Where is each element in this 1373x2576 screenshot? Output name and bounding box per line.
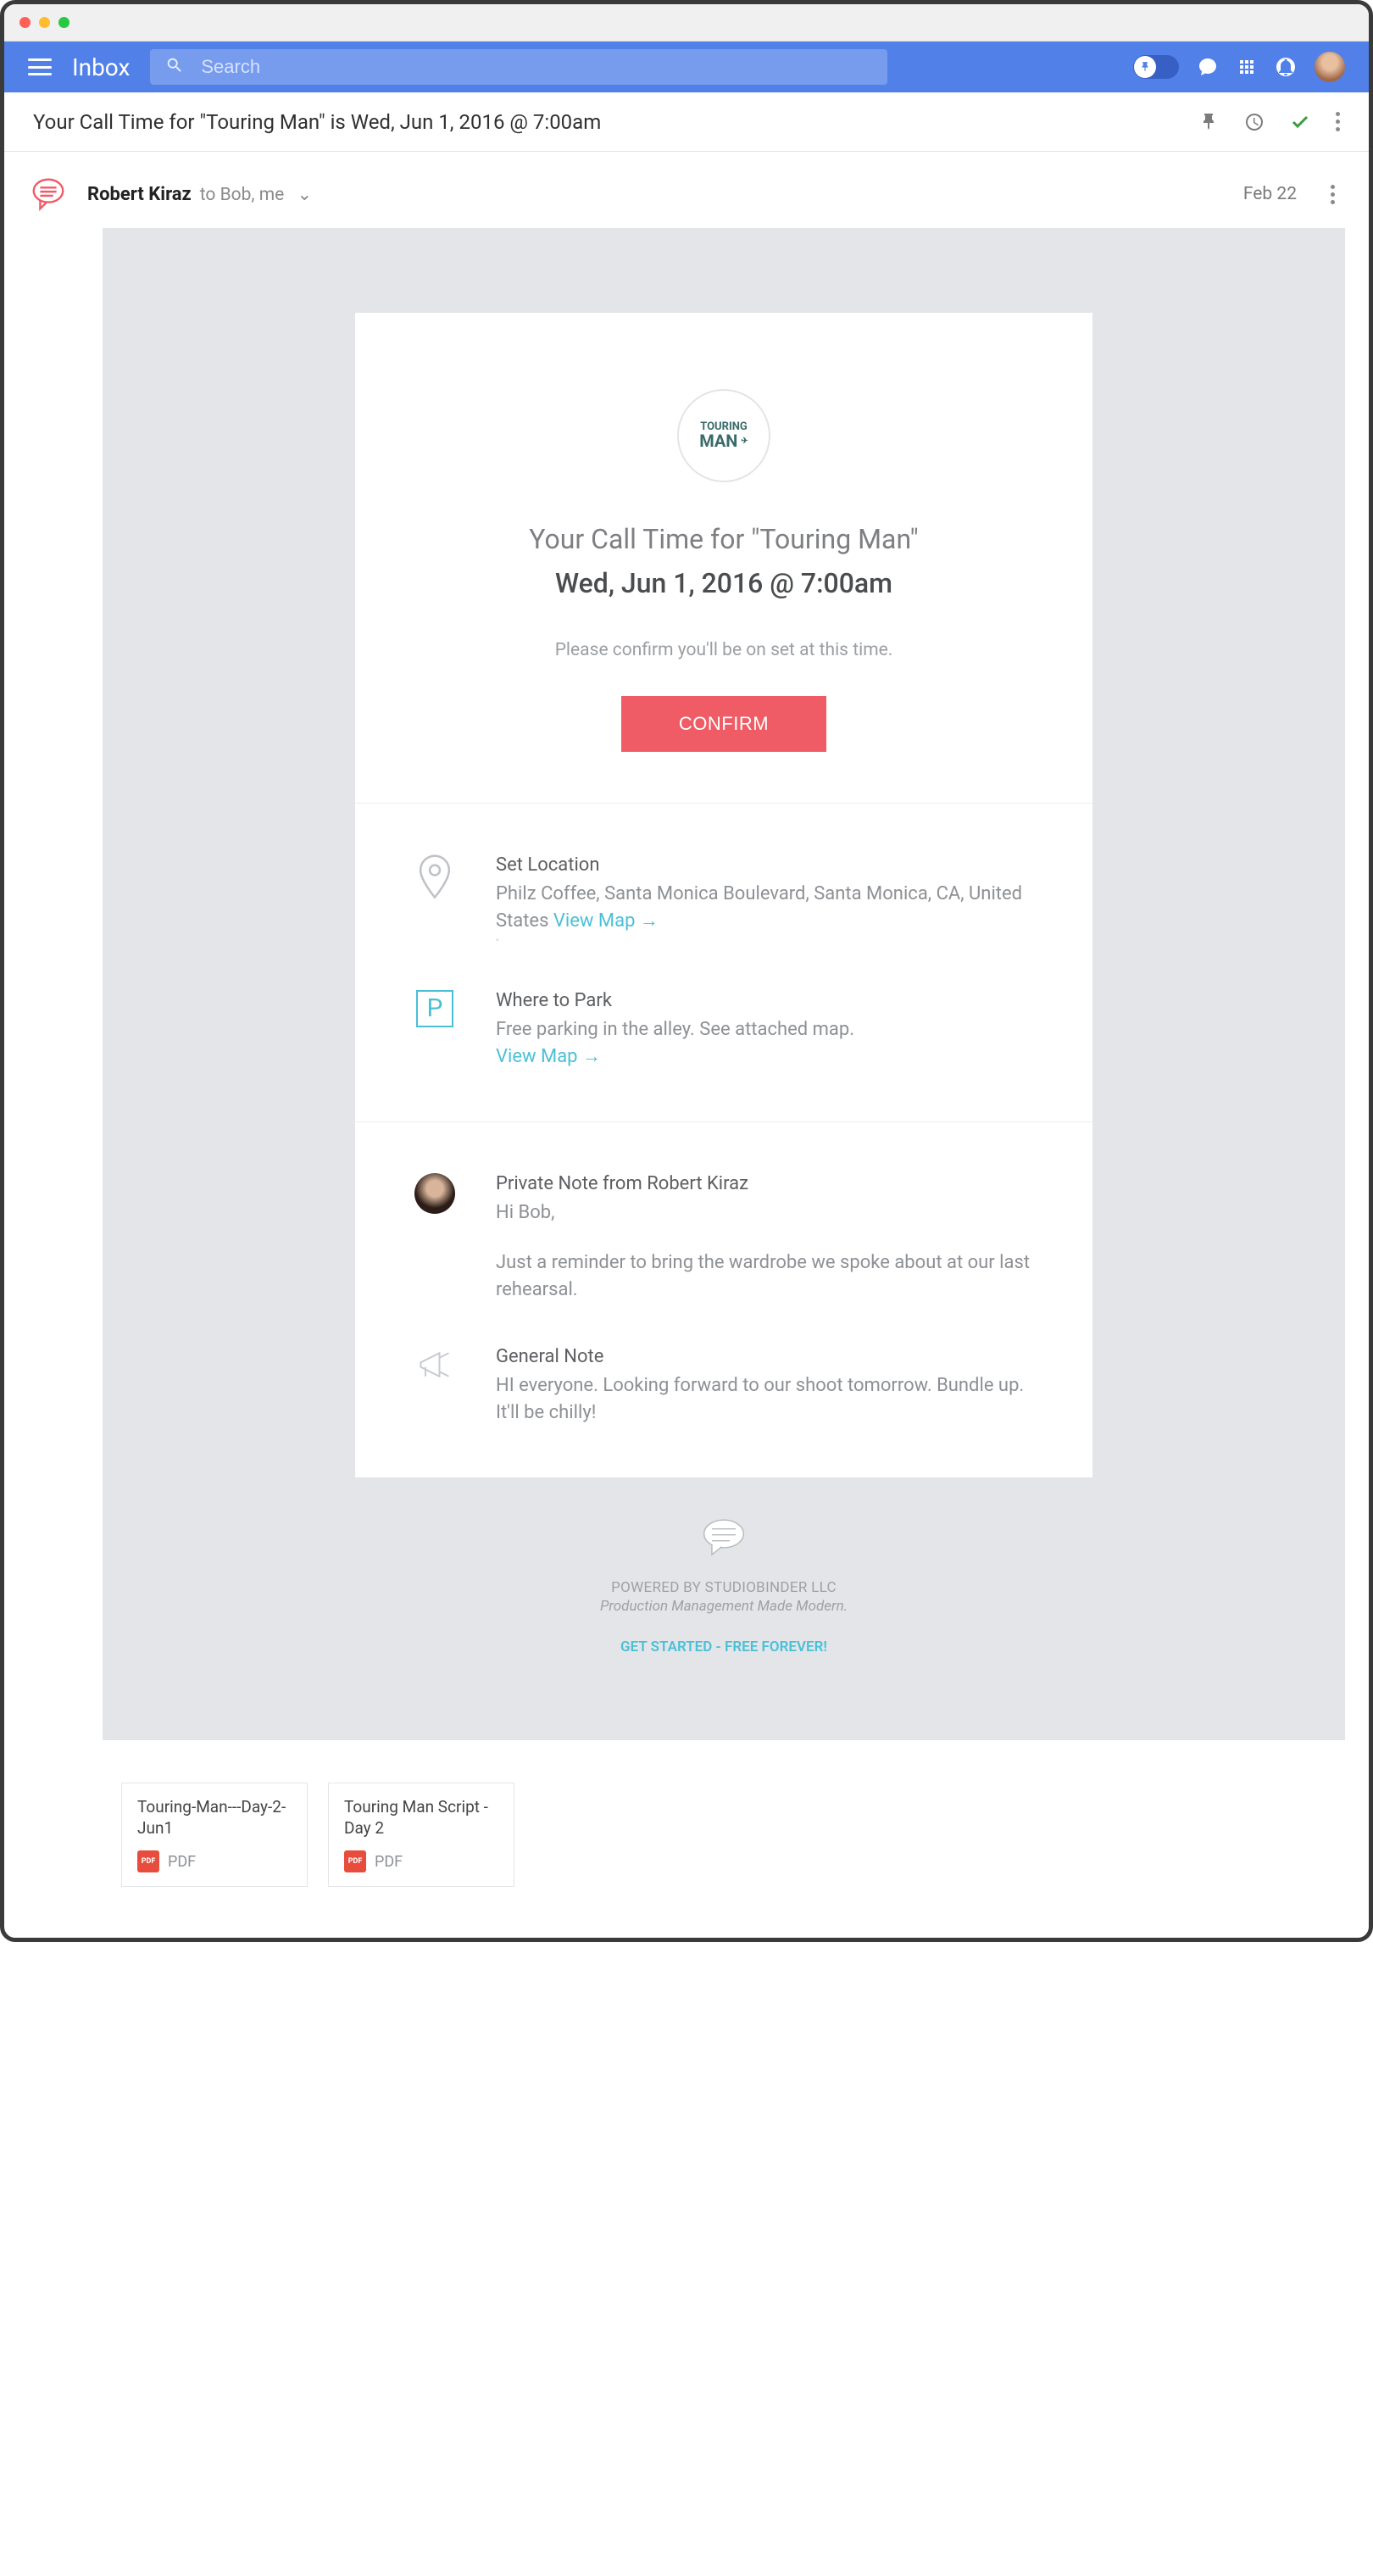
sender-row: Robert Kiraz to Bob, me ⌄ Feb 22 (28, 170, 1345, 228)
private-note-label: Private Note from Robert Kiraz (496, 1173, 1033, 1194)
touring-man-logo: TOURING MAN ✈ (677, 389, 770, 482)
chat-icon[interactable] (1198, 57, 1218, 77)
expand-recipients-icon[interactable]: ⌄ (292, 185, 312, 205)
parking-icon: P (414, 990, 455, 1031)
footer-cta-link[interactable]: GET STARTED - FREE FOREVER! (103, 1639, 1345, 1655)
attachment-title: Touring-Man---Day-2-Jun1 (137, 1797, 292, 1839)
search-icon (165, 56, 184, 78)
pdf-icon: PDF (137, 1850, 159, 1872)
close-window-icon[interactable] (19, 17, 31, 28)
location-pin-icon (414, 854, 455, 895)
attachments-list: Touring-Man---Day-2-Jun1 PDF PDF Touring… (121, 1783, 1345, 1887)
pin-icon[interactable] (1198, 112, 1219, 132)
apps-icon[interactable] (1237, 57, 1257, 77)
message-more-icon[interactable] (1331, 185, 1335, 204)
general-note-body: HI everyone. Looking forward to our shoo… (496, 1372, 1033, 1427)
private-note-body: Just a reminder to bring the wardrobe we… (496, 1249, 1033, 1304)
menu-button[interactable] (28, 58, 52, 75)
window-titlebar (4, 4, 1369, 42)
search-input[interactable] (201, 56, 872, 78)
attachment-type: PDF (375, 1853, 403, 1871)
view-map-link[interactable]: View Map → (553, 910, 659, 932)
app-header: Inbox (4, 42, 1369, 92)
location-address: Philz Coffee, Santa Monica Boulevard, Sa… (496, 881, 1033, 935)
note-avatar (414, 1173, 455, 1214)
email-subject: Your Call Time for "Touring Man" is Wed,… (33, 110, 601, 134)
inbox-label[interactable]: Inbox (72, 53, 130, 81)
attachment-type: PDF (168, 1853, 196, 1871)
confirm-button[interactable]: CONFIRM (621, 696, 826, 752)
attachment-title: Touring Man Script - Day 2 (344, 1797, 498, 1839)
call-time-datetime: Wed, Jun 1, 2016 @ 7:00am (406, 567, 1042, 599)
pin-toggle[interactable] (1133, 55, 1179, 79)
general-note-label: General Note (496, 1346, 1033, 1367)
sender-name: Robert Kiraz (87, 184, 192, 205)
footer-powered: POWERED BY STUDIOBINDER LLC (103, 1579, 1345, 1596)
email-body: TOURING MAN ✈ Your Call Time for "Tourin… (103, 228, 1345, 1740)
location-label: Set Location (496, 854, 1033, 876)
message-date: Feb 22 (1243, 184, 1297, 204)
notifications-icon[interactable] (1276, 57, 1296, 77)
search-field[interactable] (150, 49, 887, 85)
snooze-icon[interactable] (1244, 112, 1265, 132)
done-icon[interactable] (1290, 112, 1310, 132)
attachment-card[interactable]: Touring Man Script - Day 2 PDF PDF (328, 1783, 514, 1887)
sender-recipients[interactable]: to Bob, me (200, 185, 285, 205)
private-note-greeting: Hi Bob, (496, 1199, 1033, 1227)
sender-logo-icon (28, 174, 69, 214)
megaphone-icon (414, 1346, 455, 1387)
call-time-heading: Your Call Time for "Touring Man" (406, 523, 1042, 555)
minimize-window-icon[interactable] (39, 17, 50, 28)
attachment-card[interactable]: Touring-Man---Day-2-Jun1 PDF PDF (121, 1783, 308, 1887)
footer-tagline: Production Management Made Modern. (103, 1598, 1345, 1615)
confirm-prompt: Please confirm you'll be on set at this … (406, 640, 1042, 660)
parking-map-link[interactable]: View Map → (496, 1046, 601, 1067)
more-menu-icon[interactable] (1336, 112, 1340, 131)
parking-text: Free parking in the alley. See attached … (496, 1016, 1033, 1043)
parking-label: Where to Park (496, 990, 1033, 1011)
subject-bar: Your Call Time for "Touring Man" is Wed,… (4, 92, 1369, 152)
pin-icon (1134, 56, 1156, 78)
account-avatar[interactable] (1315, 52, 1345, 82)
maximize-window-icon[interactable] (58, 17, 69, 28)
studiobinder-logo-icon (103, 1516, 1345, 1561)
pdf-icon: PDF (344, 1850, 366, 1872)
